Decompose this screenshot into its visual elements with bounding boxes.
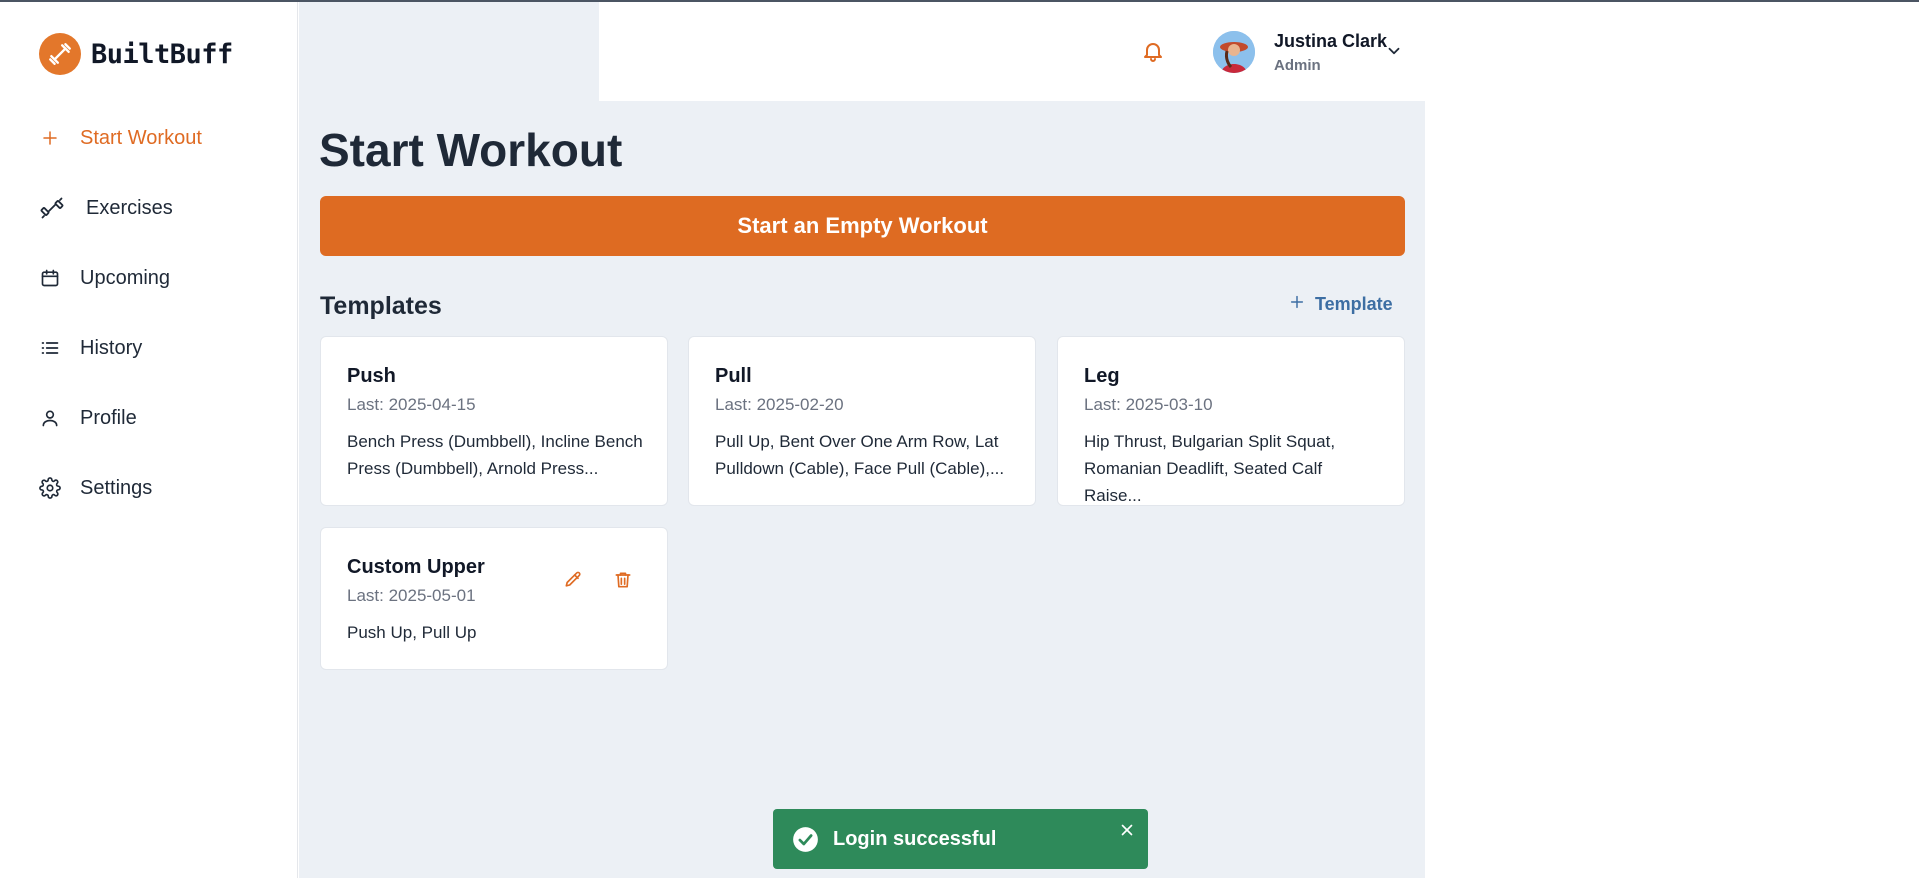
main-content: Start Workout Start an Empty Workout Tem… [299,101,1425,878]
sidebar-item-label: Exercises [86,196,173,219]
list-icon [38,336,62,360]
gear-icon [38,476,62,500]
template-card-custom-upper[interactable]: Custom Upper Last: 2025-05-01 Push Up, P… [320,527,668,670]
user-role: Admin [1274,57,1321,74]
user-name[interactable]: Justina Clark [1274,31,1387,52]
bell-icon[interactable] [1141,38,1165,64]
trash-icon[interactable] [613,570,635,592]
brand[interactable]: BuiltBuff [39,33,233,75]
sidebar-item-label: Profile [80,406,137,429]
sidebar-item-history[interactable]: History [38,330,268,366]
template-name: Leg [1084,365,1120,387]
page-title: Start Workout [319,124,623,176]
template-exercises: Hip Thrust, Bulgarian Split Squat, Roman… [1084,432,1336,505]
template-card-pull[interactable]: Pull Last: 2025-02-20 Pull Up, Bent Over… [688,336,1036,506]
toast-notification: Login successful [773,809,1148,869]
template-last-date: Last: 2025-03-10 [1084,395,1213,414]
template-exercises: Push Up, Pull Up [347,623,477,642]
check-circle-icon [792,826,819,853]
close-icon[interactable] [1118,821,1136,839]
sidebar-item-profile[interactable]: Profile [38,400,268,436]
templates-heading: Templates [320,292,442,320]
template-name: Push [347,365,396,387]
sidebar-item-label: Start Workout [80,126,202,149]
template-card-leg[interactable]: Leg Last: 2025-03-10 Hip Thrust, Bulgari… [1057,336,1405,506]
brand-name: BuiltBuff [91,38,233,70]
chevron-down-icon[interactable] [1385,42,1403,60]
sidebar-item-settings[interactable]: Settings [38,470,268,506]
add-template-button[interactable]: Template [1289,294,1393,315]
plus-icon [38,126,62,150]
template-name: Custom Upper [347,556,485,578]
sidebar-item-upcoming[interactable]: Upcoming [38,260,268,296]
start-empty-workout-button[interactable]: Start an Empty Workout [320,196,1405,256]
avatar[interactable] [1213,31,1255,73]
template-exercises: Pull Up, Bent Over One Arm Row, Lat Pull… [715,432,1005,478]
header-left-strip [299,2,599,101]
dumbbell-icon [40,196,64,220]
template-last-date: Last: 2025-04-15 [347,395,476,414]
sidebar-item-label: History [80,336,143,359]
template-card-push[interactable]: Push Last: 2025-04-15 Bench Press (Dumbb… [320,336,668,506]
sidebar-item-exercises[interactable]: Exercises [40,190,270,226]
template-exercises: Bench Press (Dumbbell), Incline Bench Pr… [347,432,643,478]
pencil-icon[interactable] [563,570,585,592]
plus-icon [1289,294,1305,315]
sidebar-item-label: Settings [80,476,153,499]
toast-message: Login successful [833,828,997,850]
template-name: Pull [715,365,752,387]
dumbbell-icon [39,33,81,75]
add-template-label: Template [1315,294,1393,314]
sidebar-item-label: Upcoming [80,266,171,289]
template-last-date: Last: 2025-05-01 [347,586,476,605]
user-icon [38,406,62,430]
template-last-date: Last: 2025-02-20 [715,395,844,414]
sidebar: BuiltBuff Start Workout Exercises Upcomi… [0,2,298,878]
sidebar-item-start-workout[interactable]: Start Workout [38,120,268,156]
calendar-icon [38,266,62,290]
